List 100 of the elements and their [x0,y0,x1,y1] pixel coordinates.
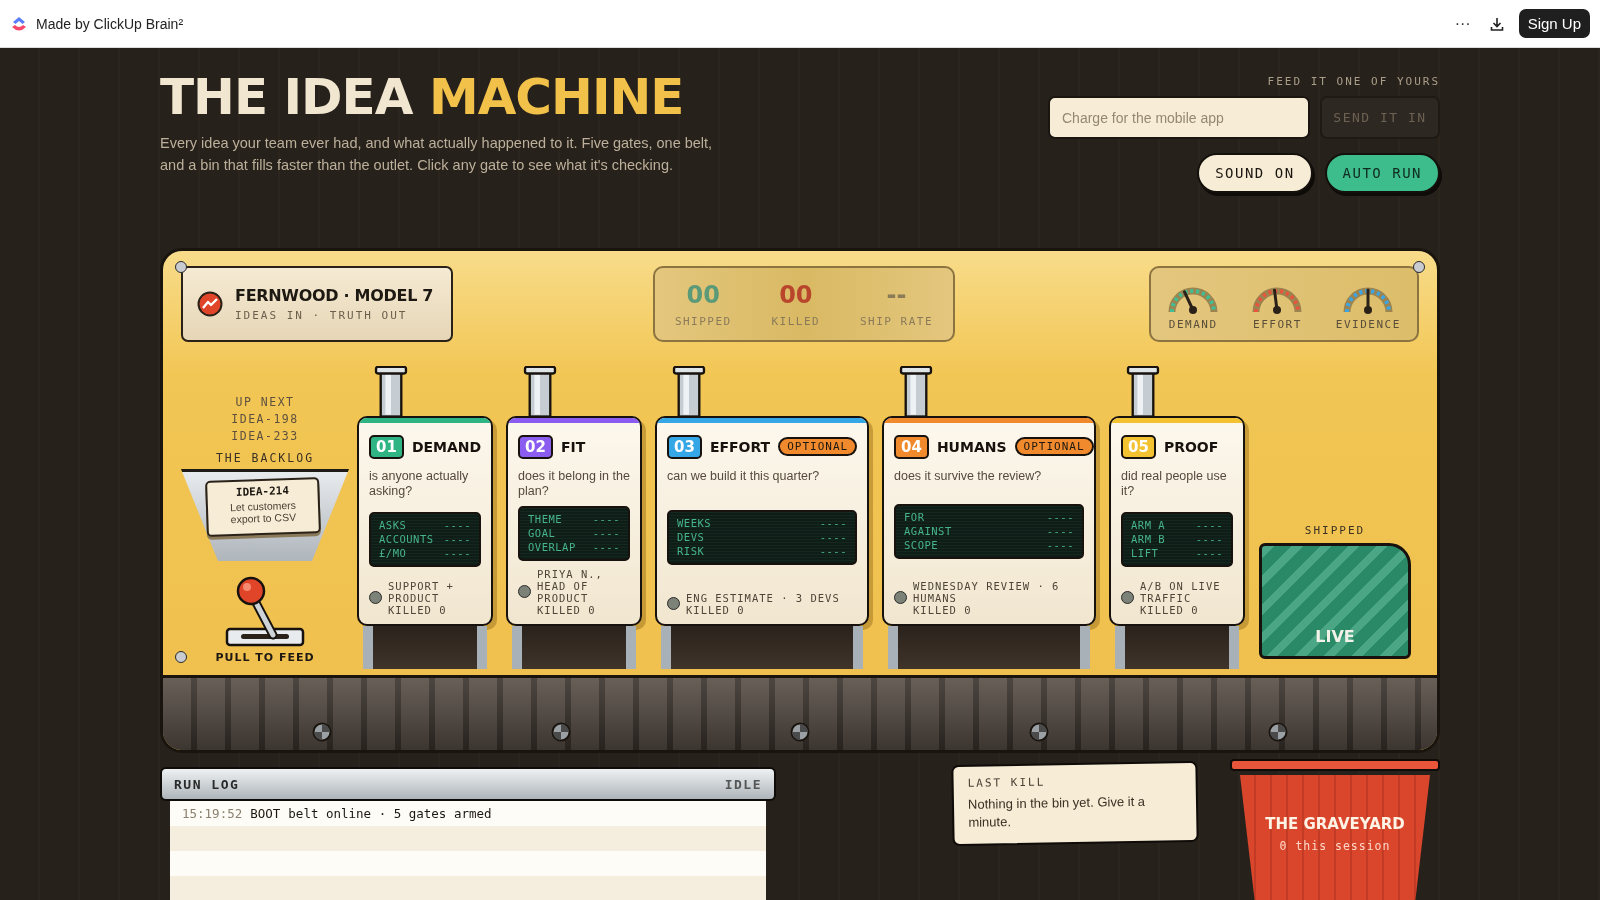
optional-tag: OPTIONAL [1014,437,1094,457]
shipped-label: SHIPPED [1304,524,1366,537]
gate-card[interactable]: 05 PROOF did real people use it? ARM A ---- ARM B ---- LIFT ---- A/B ON LIVE TRAFFIC KILLED 0 [1109,415,1245,626]
gate-card[interactable]: 01 DEMAND is anyone actually asking? ASKS ---- ACCOUNTS ---- £/MO ---- SUPPORT + PRODUCT KILLED 0 [357,415,493,626]
status-light [518,585,531,599]
bolt-icon [790,722,810,742]
killed-count: KILLED 0 [1140,603,1200,616]
pipe-drawing [1125,366,1161,416]
readout-label: ACCOUNTS [379,532,434,546]
killed-count: KILLED 0 [913,603,973,616]
last-kill-text: Nothing in the bin yet. Give it a minute. [967,792,1147,832]
gate-title: EFFORT [709,438,771,455]
screw-icon [175,651,187,663]
status-light [369,591,382,605]
sign-up-button[interactable]: Sign Up [1518,9,1590,38]
killed-count: KILLED 0 [686,603,746,616]
pipe-drawing [522,366,558,416]
counter-value: 00 [686,280,720,309]
readout-value: ---- [592,540,620,554]
log-time: 15:19:52 [182,806,243,821]
readout-label: DEVS [677,531,705,545]
readout-label: GOAL [528,526,556,540]
gate-title: HUMANS [936,438,1007,455]
graveyard-title: THE GRAVEYARD [1265,815,1405,833]
readout-value: ---- [443,518,471,532]
idea-text: Let customers export to CSV [228,498,298,526]
readout-value: ---- [443,532,471,546]
readout-value: ---- [592,526,620,540]
graveyard-count: 0 this session [1279,839,1391,853]
readout-label: WEEKS [677,517,712,531]
readout-value: ---- [1195,546,1223,560]
gate-source: ENG ESTIMATE · 3 DEVS [686,591,840,604]
run-log-title: RUN LOG [174,776,240,792]
readout-label: ASKS [379,518,407,532]
gate-card[interactable]: 04 HUMANS OPTIONAL does it survive the review? FOR ---- AGAINST ---- SCOPE ---- WEDNESDAY REVIEW · 6 HUMANS KILLED 0 [882,415,1096,626]
gauge-label: EFFORT [1253,317,1302,331]
up-next-label: UP NEXT [235,394,295,411]
live-label: LIVE [1315,627,1355,646]
counter-label: SHIPPED [674,314,732,328]
readout-label: £/MO [379,546,407,560]
toggle-button[interactable]: SOUND ON [1197,153,1313,193]
counter-value: 00 [779,280,813,309]
gate-question: did real people use it? [1121,468,1228,499]
gate-question: can we build it this quarter? [667,468,821,484]
queued-idea: IDEA-198 [231,411,299,428]
gate-source: SUPPORT + PRODUCT [388,579,455,604]
gate-number: 04 [894,434,929,459]
logo-icon [10,14,28,33]
feed-label: FEED IT ONE OF YOURS [1267,75,1440,88]
screw-icon [1413,261,1425,273]
gate-source: A/B ON LIVE TRAFFIC [1140,579,1222,604]
counter-label: SHIP RATE [860,314,934,328]
pipe-drawing [373,366,409,416]
brand-name: Made by ClickUp Brain² [36,15,184,32]
readout-value: ---- [443,546,471,560]
readout-value: ---- [819,517,847,531]
more-button[interactable]: ··· [1450,14,1475,33]
page-description: Every idea your team ever had, and what actually happened to it. Five gates, one belt, and a bin that fills faster than the outlet. Click any gate to see what it's checking. [160,134,714,175]
gate-card[interactable]: 02 FIT does it belong in the plan? THEME ---- GOAL ---- OVERLAP ---- PRIYA N., HEAD OF PRODUCT KILLED 0 [506,415,642,626]
readout-value: ---- [1195,532,1223,546]
readout-label: OVERLAP [528,540,576,554]
gate-number: 05 [1121,434,1156,459]
optional-tag: OPTIONAL [778,437,858,457]
lever-label: PULL TO FEED [215,651,315,664]
readout-value: ---- [592,512,620,526]
readout-value: ---- [819,545,847,559]
gate-source: WEDNESDAY REVIEW · 6 HUMANS [913,579,1061,604]
readout-label: LIFT [1131,546,1159,560]
machine-tagline: IDEAS IN · TRUTH OUT [235,309,409,322]
idea-input[interactable]: Charge for the mobile app [1048,96,1310,139]
log-message: belt online · 5 gates armed [288,806,492,821]
bolt-icon [1267,722,1288,742]
readout-value: ---- [819,531,847,545]
readout-value: ---- [1046,511,1074,525]
readout-label: ARM A [1131,518,1166,532]
readout-label: ARM B [1131,532,1166,546]
gate-title: DEMAND [411,438,482,455]
readout-label: FOR [904,511,925,525]
status-light [1121,591,1134,605]
readout-label: THEME [528,512,563,526]
log-tag: BOOT [250,806,281,821]
readout-value: ---- [1195,518,1223,532]
download-icon[interactable] [1488,15,1505,32]
backlog-title: THE BACKLOG [215,451,315,465]
readout-value: ---- [1046,525,1074,539]
toggle-button[interactable]: AUTO RUN [1324,153,1440,193]
gate-title: FIT [560,438,586,455]
pipe-drawing [671,366,707,416]
readout-label: AGAINST [904,525,952,539]
queued-idea: IDEA-233 [231,428,299,445]
last-kill-label: LAST KILL [967,774,1047,790]
pipe-drawing [898,366,934,416]
run-status: IDLE [724,776,762,792]
counter-label: KILLED [771,314,821,328]
gate-card[interactable]: 03 EFFORT OPTIONAL can we build it this quarter? WEEKS ---- DEVS ---- RISK ---- ENG ESTIMATE · 3 DEVS KILLED 0 [655,415,869,626]
readout-value: ---- [1046,539,1074,553]
bolt-icon [312,722,333,742]
gate-question: is anyone actually asking? [369,468,470,499]
killed-count: KILLED 0 [388,603,448,616]
gate-number: 02 [518,434,553,459]
